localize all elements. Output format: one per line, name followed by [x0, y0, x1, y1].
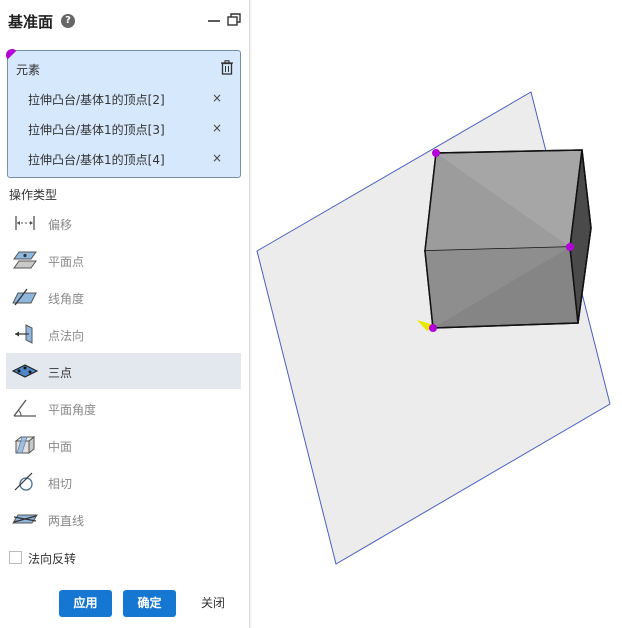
tangent-icon: [14, 472, 33, 491]
trash-icon[interactable]: [220, 60, 234, 75]
selection-indicator: [6, 49, 18, 61]
apply-button[interactable]: 应用: [59, 590, 112, 617]
two-lines-icon: [12, 514, 38, 524]
op-tangent[interactable]: 相切: [6, 464, 241, 500]
op-two-lines[interactable]: 两直线: [6, 501, 241, 537]
op-plane-point[interactable]: 平面点: [6, 242, 241, 278]
op-point-normal[interactable]: 点法向: [6, 316, 241, 352]
op-offset-label: 偏移: [48, 218, 73, 232]
panel-header: 基准面 ?: [0, 0, 249, 42]
remove-element-2-button[interactable]: ×: [212, 121, 222, 135]
ok-button[interactable]: 确定: [123, 590, 176, 617]
minimize-icon[interactable]: [206, 12, 222, 28]
elements-label: 元素: [16, 63, 41, 77]
remove-element-1-button[interactable]: ×: [212, 91, 222, 105]
op-two-lines-label: 两直线: [48, 514, 85, 528]
op-plane-point-label: 平面点: [48, 255, 85, 269]
op-line-angle-label: 线角度: [48, 292, 85, 306]
element-item-3[interactable]: 拉伸凸台/基体1的顶点[4]: [28, 151, 165, 168]
element-item-1[interactable]: 拉伸凸台/基体1的顶点[2]: [28, 91, 165, 108]
element-item-2[interactable]: 拉伸凸台/基体1的顶点[3]: [28, 121, 165, 138]
plane-angle-icon: [13, 399, 36, 417]
op-offset[interactable]: 偏移: [6, 205, 241, 241]
three-point-icon: [12, 364, 38, 378]
vertex-marker-4[interactable]: [429, 324, 437, 332]
op-three-point-label: 三点: [48, 366, 73, 380]
mid-plane-icon: [14, 435, 36, 455]
remove-element-3-button[interactable]: ×: [212, 151, 222, 165]
flip-normal-checkbox[interactable]: [9, 551, 22, 564]
extruded-box[interactable]: [424, 149, 592, 329]
vertex-marker-2[interactable]: [432, 149, 440, 157]
close-button[interactable]: 关闭: [190, 590, 236, 617]
op-line-angle[interactable]: 线角度: [6, 279, 241, 315]
datum-plane-panel: 基准面 ? 元素 拉伸凸台/基体1的顶点[2] × 拉伸凸台/基体1的顶点[3]…: [0, 0, 250, 628]
elements-selection-box[interactable]: 元素 拉伸凸台/基体1的顶点[2] × 拉伸凸台/基体1的顶点[3] × 拉伸凸…: [6, 49, 241, 178]
operation-type-label: 操作类型: [9, 188, 58, 202]
question-icon[interactable]: ?: [61, 14, 75, 28]
point-normal-icon: [15, 324, 33, 344]
restore-icon[interactable]: [226, 12, 242, 28]
offset-icon: [15, 216, 35, 230]
op-mid-plane-label: 中面: [48, 440, 73, 454]
op-point-normal-label: 点法向: [48, 329, 85, 343]
flip-normal-label: 法向反转: [28, 552, 77, 566]
vertex-marker-3[interactable]: [566, 243, 574, 251]
plane-point-icon: [13, 251, 37, 269]
op-plane-angle-label: 平面角度: [48, 403, 97, 417]
op-three-point[interactable]: 三点: [6, 353, 241, 389]
op-mid-plane[interactable]: 中面: [6, 427, 241, 463]
op-plane-angle[interactable]: 平面角度: [6, 390, 241, 426]
op-tangent-label: 相切: [48, 477, 73, 491]
panel-title: 基准面: [8, 13, 54, 31]
line-angle-icon: [12, 288, 37, 306]
